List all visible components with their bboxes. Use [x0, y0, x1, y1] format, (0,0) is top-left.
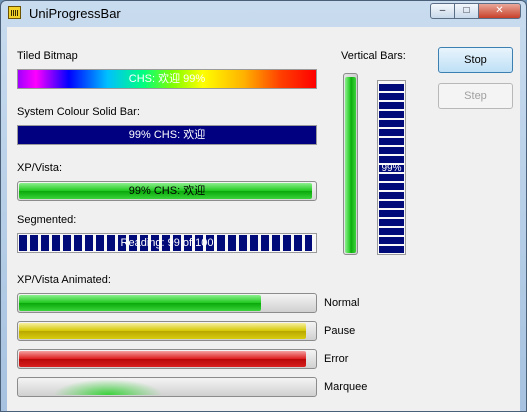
- pause-label: Pause: [324, 325, 356, 337]
- marquee-label: Marquee: [324, 381, 368, 393]
- app-icon: [8, 6, 21, 19]
- normal-fill: [19, 295, 262, 311]
- tiled-bitmap-label: Tiled Bitmap: [17, 50, 78, 62]
- xp-vista-animated-label: XP/Vista Animated:: [17, 274, 111, 286]
- error-label: Error: [324, 353, 349, 365]
- xp-vista-label: XP/Vista:: [17, 162, 63, 174]
- client-area: Tiled Bitmap CHS: 欢迎 99% System Colour S…: [7, 27, 520, 411]
- vertical-bars-label: Vertical Bars:: [341, 50, 406, 62]
- pause-progress-bar: [17, 321, 317, 341]
- tiled-bitmap-text: CHS: 欢迎 99%: [128, 73, 206, 85]
- title-bar[interactable]: UniProgressBar – □ ✕: [1, 1, 526, 25]
- main-window: UniProgressBar – □ ✕ Tiled Bitmap CHS: 欢…: [0, 0, 527, 412]
- error-fill: [19, 351, 307, 367]
- pause-fill: [19, 323, 307, 339]
- vertical-segmented-progress-bar: 99%: [377, 80, 406, 255]
- solid-bar-text: 99% CHS: 欢迎: [128, 129, 206, 141]
- error-progress-bar: [17, 349, 317, 369]
- marquee-indicator: [53, 379, 163, 395]
- xp-vista-progress-bar: 99% CHS: 欢迎: [17, 181, 317, 201]
- vertical-segmented-text: 99%: [381, 163, 402, 174]
- minimize-button[interactable]: –: [430, 3, 455, 19]
- marquee-progress-bar: [17, 377, 317, 397]
- window-title: UniProgressBar: [29, 6, 121, 21]
- stop-button[interactable]: Stop: [438, 47, 513, 73]
- solid-bar-label: System Colour Solid Bar:: [17, 106, 140, 118]
- vertical-xp-fill: [345, 76, 356, 253]
- normal-progress-bar: [17, 293, 317, 313]
- segmented-progress-bar: Reading: 99 of 100: [17, 233, 317, 253]
- maximize-button[interactable]: □: [454, 3, 479, 19]
- xp-vista-text: 99% CHS: 欢迎: [128, 185, 206, 197]
- vertical-xp-progress-bar: [343, 73, 358, 255]
- solid-colour-progress-bar: 99% CHS: 欢迎: [17, 125, 317, 145]
- segmented-text: Reading: 99 of 100: [120, 237, 214, 249]
- normal-label: Normal: [324, 297, 360, 309]
- tiled-bitmap-progress-bar: CHS: 欢迎 99%: [17, 69, 317, 89]
- step-button[interactable]: Step: [438, 83, 513, 109]
- segmented-label: Segmented:: [17, 214, 77, 226]
- close-button[interactable]: ✕: [478, 3, 521, 19]
